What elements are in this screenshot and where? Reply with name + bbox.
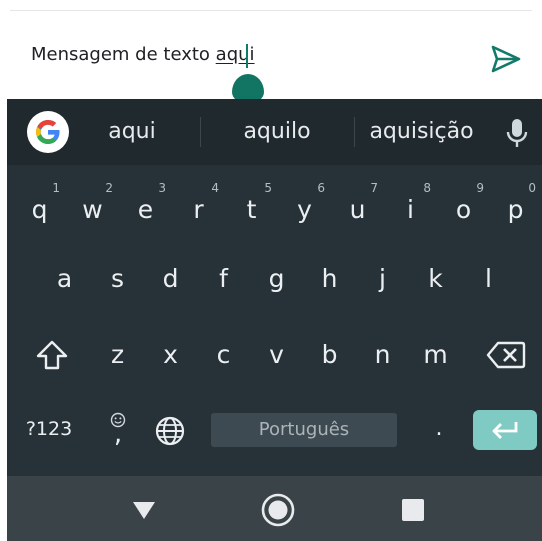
key-label: w — [82, 195, 103, 224]
key-e[interactable]: e3 — [119, 177, 172, 243]
key-label: t — [246, 195, 257, 224]
shift-key[interactable] — [27, 332, 77, 378]
key-label: q — [31, 195, 48, 224]
suggestion-divider — [354, 117, 355, 147]
send-button[interactable] — [490, 44, 522, 74]
key-q[interactable]: q1 — [13, 177, 66, 243]
key-c[interactable]: c — [197, 322, 250, 388]
key-label: u — [349, 195, 366, 224]
key-p[interactable]: p0 — [489, 177, 542, 243]
key-label: y — [297, 195, 312, 224]
key-hint: 8 — [423, 181, 431, 195]
key-hint: 1 — [52, 181, 60, 195]
key-a[interactable]: a — [38, 246, 91, 312]
key-k[interactable]: k — [409, 246, 462, 312]
enter-icon — [492, 422, 518, 439]
key-y[interactable]: y6 — [278, 177, 331, 243]
backspace-key[interactable] — [481, 335, 531, 375]
nav-home-button[interactable] — [259, 491, 297, 529]
key-hint: 6 — [317, 181, 325, 195]
key-hint: 4 — [211, 181, 219, 195]
key-m[interactable]: m — [409, 322, 462, 388]
message-input-row[interactable]: Mensagem de texto aqui — [0, 30, 542, 90]
key-t[interactable]: t5 — [225, 177, 278, 243]
period-key[interactable]: . — [419, 409, 459, 449]
key-hint: 3 — [158, 181, 166, 195]
message-input[interactable]: Mensagem de texto aqui — [31, 44, 255, 65]
key-label: o — [455, 195, 472, 224]
comma-emoji-key[interactable]: , — [103, 403, 133, 453]
key-hint: 0 — [528, 181, 536, 195]
suggestion-1[interactable]: aqui — [77, 116, 187, 148]
google-g-icon[interactable] — [27, 111, 69, 153]
key-w[interactable]: w2 — [66, 177, 119, 243]
nav-recents-button[interactable] — [400, 497, 426, 523]
mic-glyph — [506, 119, 528, 147]
shift-icon — [36, 340, 68, 370]
key-i[interactable]: i8 — [384, 177, 437, 243]
space-key[interactable]: Português — [211, 413, 397, 447]
key-x[interactable]: x — [144, 322, 197, 388]
key-v[interactable]: v — [250, 322, 303, 388]
globe-icon — [155, 416, 185, 446]
recents-square-icon — [402, 499, 424, 521]
symbols-key[interactable]: ?123 — [17, 411, 81, 447]
key-hint: 2 — [105, 181, 113, 195]
backspace-icon — [486, 341, 526, 369]
key-hint: 5 — [264, 181, 272, 195]
home-circle-icon — [261, 493, 295, 527]
language-key[interactable] — [152, 413, 188, 449]
top-divider — [10, 10, 532, 11]
suggestion-3[interactable]: aquisição — [359, 116, 484, 148]
enter-key[interactable] — [473, 410, 537, 450]
key-label: p — [507, 195, 524, 224]
suggestion-strip: aqui aquilo aquisição — [7, 99, 542, 165]
text-cursor — [246, 44, 248, 68]
key-u[interactable]: u7 — [331, 177, 384, 243]
navigation-bar — [7, 476, 542, 541]
keyboard: aqui aquilo aquisição q1 w2 e3 r4 t5 y6 … — [7, 99, 542, 476]
send-icon — [491, 45, 521, 73]
mic-icon[interactable] — [505, 117, 529, 149]
key-g[interactable]: g — [250, 246, 303, 312]
key-hint: 9 — [476, 181, 484, 195]
key-label: i — [407, 195, 414, 224]
comma-label: , — [113, 419, 123, 449]
suggestion-divider — [200, 117, 201, 147]
nav-back-button[interactable] — [129, 496, 159, 524]
suggestion-2[interactable]: aquilo — [212, 116, 342, 148]
key-l[interactable]: l — [462, 246, 515, 312]
key-b[interactable]: b — [303, 322, 356, 388]
key-f[interactable]: f — [197, 246, 250, 312]
key-hint: 7 — [370, 181, 378, 195]
key-label: e — [137, 195, 154, 224]
message-text: Mensagem de texto — [31, 44, 216, 65]
key-j[interactable]: j — [356, 246, 409, 312]
back-triangle-icon — [133, 502, 155, 519]
key-n[interactable]: n — [356, 322, 409, 388]
key-r[interactable]: r4 — [172, 177, 225, 243]
key-h[interactable]: h — [303, 246, 356, 312]
composing-word: aqui — [215, 44, 255, 65]
google-g-glyph — [36, 120, 60, 144]
key-s[interactable]: s — [91, 246, 144, 312]
key-d[interactable]: d — [144, 246, 197, 312]
key-label: r — [193, 195, 204, 224]
key-o[interactable]: o9 — [437, 177, 490, 243]
key-z[interactable]: z — [91, 322, 144, 388]
